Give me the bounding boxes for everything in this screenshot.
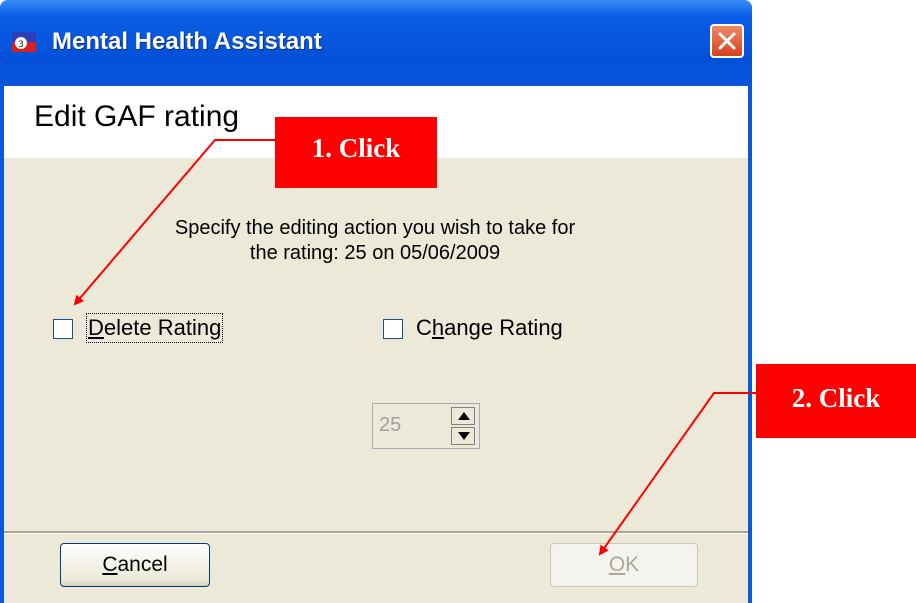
step2-callout: 2. Click: [756, 364, 916, 438]
step2-arrow: [598, 392, 756, 556]
step1-callout: 1. Click: [275, 117, 437, 188]
step1-arrow: [73, 139, 275, 306]
annotation-arrows: [73, 139, 756, 556]
